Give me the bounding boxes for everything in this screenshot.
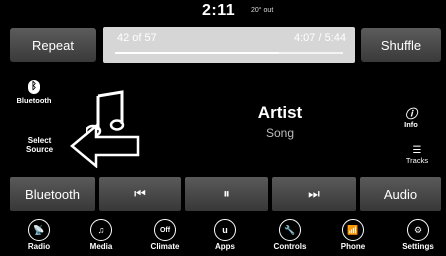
- repeat-button[interactable]: Repeat: [10, 28, 96, 62]
- select-source-button[interactable]: Select Source: [26, 136, 53, 154]
- nav-climate-label: Climate: [150, 242, 180, 251]
- progress-fill: [115, 52, 280, 54]
- nav-phone[interactable]: 📶 Phone: [325, 216, 381, 251]
- tracks-button[interactable]: ☰ Tracks: [400, 145, 434, 166]
- info-button[interactable]: ⓘ Info: [396, 108, 426, 129]
- info-icon: ⓘ: [404, 107, 417, 121]
- tracks-label: Tracks: [405, 156, 429, 165]
- info-label: Info: [404, 120, 418, 129]
- media-icon: ♫: [90, 219, 112, 241]
- nav-settings-label: Settings: [402, 242, 434, 251]
- nav-media[interactable]: ♫ Media: [73, 216, 129, 251]
- bluetooth-source-label: Bluetooth: [16, 96, 52, 105]
- nav-apps[interactable]: u Apps: [197, 216, 253, 251]
- nav-settings[interactable]: ⚙ Settings: [390, 216, 446, 251]
- next-track-button[interactable]: ⏭: [272, 177, 356, 211]
- controls-icon: 🔧: [279, 219, 301, 241]
- track-count: 42 of 57: [117, 32, 157, 44]
- previous-track-button[interactable]: ⏮: [99, 177, 181, 211]
- clock: 2:11: [202, 2, 236, 19]
- audio-button[interactable]: Audio: [360, 177, 441, 211]
- left-arrow-icon: [70, 124, 140, 168]
- track-time: 4:07 / 5:44: [294, 32, 346, 44]
- next-icon: ⏭: [308, 186, 320, 201]
- bottom-nav: 📡 Radio ♫ Media Off Climate u Apps 🔧 Con…: [0, 216, 446, 256]
- bluetooth-icon: ᛒ: [28, 80, 40, 94]
- bluetooth-source-button[interactable]: ᛒ Bluetooth: [14, 76, 54, 105]
- song-title: Song: [265, 126, 295, 140]
- select-source-line2: Source: [26, 145, 54, 154]
- nav-phone-label: Phone: [340, 242, 366, 251]
- bluetooth-button[interactable]: Bluetooth: [10, 177, 95, 211]
- nav-climate[interactable]: Off Climate: [137, 216, 193, 251]
- select-source-line1: Select: [27, 136, 52, 145]
- pause-icon: ⏸: [223, 186, 230, 201]
- media-controls: Bluetooth ⏮ ⏸ ⏭ Audio: [10, 177, 441, 211]
- apps-icon: u: [214, 219, 236, 241]
- nav-radio[interactable]: 📡 Radio: [11, 216, 67, 251]
- artist-name: Artist: [257, 103, 303, 122]
- nav-controls[interactable]: 🔧 Controls: [262, 216, 318, 251]
- phone-icon: 📶: [342, 219, 364, 241]
- radio-icon: 📡: [28, 219, 50, 241]
- uconnect-screen: 2:11 20° out Repeat 42 of 57 4:07 / 5:44…: [0, 0, 446, 256]
- nav-apps-label: Apps: [215, 242, 235, 251]
- progress-bar[interactable]: [115, 52, 343, 54]
- track-progress-panel: 42 of 57 4:07 / 5:44: [103, 27, 355, 63]
- outside-temperature: 20° out: [251, 7, 274, 14]
- nav-controls-label: Controls: [273, 242, 307, 251]
- nav-radio-label: Radio: [27, 242, 51, 251]
- nav-media-label: Media: [89, 242, 113, 251]
- status-bar: 2:11 20° out: [0, 0, 446, 24]
- previous-icon: ⏮: [134, 186, 146, 201]
- settings-icon: ⚙: [407, 219, 429, 241]
- tracks-list-icon: ☰: [412, 145, 422, 156]
- shuffle-button[interactable]: Shuffle: [361, 28, 441, 62]
- pause-button[interactable]: ⏸: [185, 177, 268, 211]
- climate-icon: Off: [154, 219, 176, 241]
